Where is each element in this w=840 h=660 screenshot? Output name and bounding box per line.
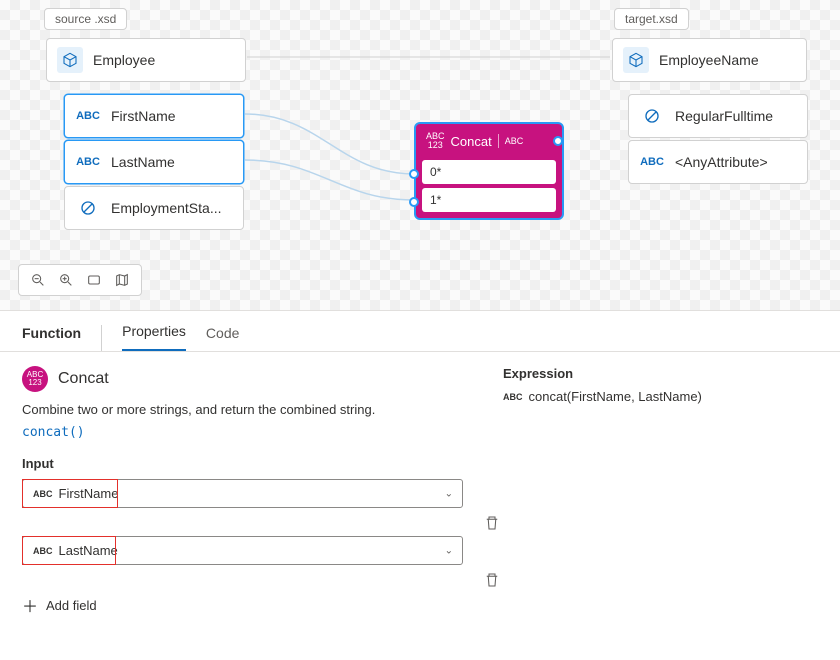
- target-field-anyattribute[interactable]: ABC <AnyAttribute>: [628, 140, 808, 184]
- disabled-icon: [639, 103, 665, 129]
- function-description: Combine two or more strings, and return …: [22, 402, 463, 417]
- source-root-node[interactable]: Employee: [46, 38, 246, 82]
- expression-preview: ABC concat(FirstName, LastName): [503, 389, 818, 404]
- input-value: LastName: [59, 543, 118, 558]
- canvas-toolbar: [18, 264, 142, 296]
- object-icon: [57, 47, 83, 73]
- input-dropdown-1[interactable]: ABC LastName ⌄: [22, 536, 463, 565]
- zoom-out-button[interactable]: [29, 271, 47, 289]
- target-root-node[interactable]: EmployeeName: [612, 38, 807, 82]
- function-output-type-icon: ABC: [505, 137, 524, 146]
- chevron-down-icon: ⌄: [445, 545, 453, 556]
- input-row-0: ABC FirstName ⌄: [22, 479, 463, 508]
- string-type-icon: ABC: [75, 103, 101, 129]
- fit-view-button[interactable]: [85, 271, 103, 289]
- target-field-regularfulltime[interactable]: RegularFulltime: [628, 94, 808, 138]
- string-type-icon: ABC: [33, 489, 53, 499]
- expression-value: concat(FirstName, LastName): [529, 389, 702, 404]
- function-node-concat[interactable]: ABC 123 Concat ABC 0* 1*: [414, 122, 564, 220]
- string-type-icon: ABC: [33, 546, 53, 556]
- source-schema-label: source .xsd: [44, 8, 127, 30]
- properties-panel: Function Properties Code ABC123 Concat C…: [0, 310, 840, 631]
- node-label: Employee: [93, 52, 155, 68]
- output-port[interactable]: [553, 136, 563, 146]
- plus-icon: ＋: [22, 593, 38, 617]
- function-signature: concat(): [22, 425, 463, 440]
- mapping-canvas[interactable]: source .xsd target.xsd Employee ABC Firs…: [0, 0, 840, 310]
- input-dropdown-0[interactable]: ABC FirstName ⌄: [22, 479, 463, 508]
- disabled-icon: [75, 195, 101, 221]
- delete-input-button[interactable]: [483, 571, 501, 589]
- function-name: Concat: [451, 134, 492, 149]
- node-label: FirstName: [111, 108, 176, 124]
- target-schema-label: target.xsd: [614, 8, 689, 30]
- function-slot-1[interactable]: 1*: [422, 188, 556, 212]
- delete-input-button[interactable]: [483, 514, 501, 532]
- object-icon: [623, 47, 649, 73]
- slot-label: 1*: [430, 193, 441, 207]
- function-title: Concat: [58, 370, 109, 388]
- node-label: EmploymentSta...: [111, 200, 222, 216]
- add-field-label: Add field: [46, 598, 97, 613]
- tab-properties[interactable]: Properties: [122, 323, 186, 351]
- minimap-button[interactable]: [113, 271, 131, 289]
- add-field-button[interactable]: ＋ Add field: [22, 593, 463, 617]
- zoom-in-button[interactable]: [57, 271, 75, 289]
- source-field-firstname[interactable]: ABC FirstName: [64, 94, 244, 138]
- input-port-0[interactable]: [409, 169, 419, 179]
- node-label: <AnyAttribute>: [675, 154, 768, 170]
- tab-function[interactable]: Function: [22, 325, 102, 351]
- function-input-type-icon: ABC 123: [426, 132, 445, 150]
- tab-code[interactable]: Code: [206, 325, 239, 351]
- string-type-icon: ABC: [75, 149, 101, 175]
- input-row-1: ABC LastName ⌄: [22, 536, 463, 565]
- source-field-employmentstatus[interactable]: EmploymentSta...: [64, 186, 244, 230]
- string-type-icon: ABC: [503, 392, 523, 402]
- function-slot-0[interactable]: 0*: [422, 160, 556, 184]
- input-port-1[interactable]: [409, 197, 419, 207]
- node-label: LastName: [111, 154, 175, 170]
- string-type-icon: ABC: [639, 149, 665, 175]
- expression-section-label: Expression: [503, 366, 818, 381]
- node-label: EmployeeName: [659, 52, 759, 68]
- source-field-lastname[interactable]: ABC LastName: [64, 140, 244, 184]
- chevron-down-icon: ⌄: [445, 488, 453, 499]
- function-badge-icon: ABC123: [22, 366, 48, 392]
- input-section-label: Input: [22, 456, 463, 471]
- node-label: RegularFulltime: [675, 108, 773, 124]
- slot-label: 0*: [430, 165, 441, 179]
- input-value: FirstName: [59, 486, 119, 501]
